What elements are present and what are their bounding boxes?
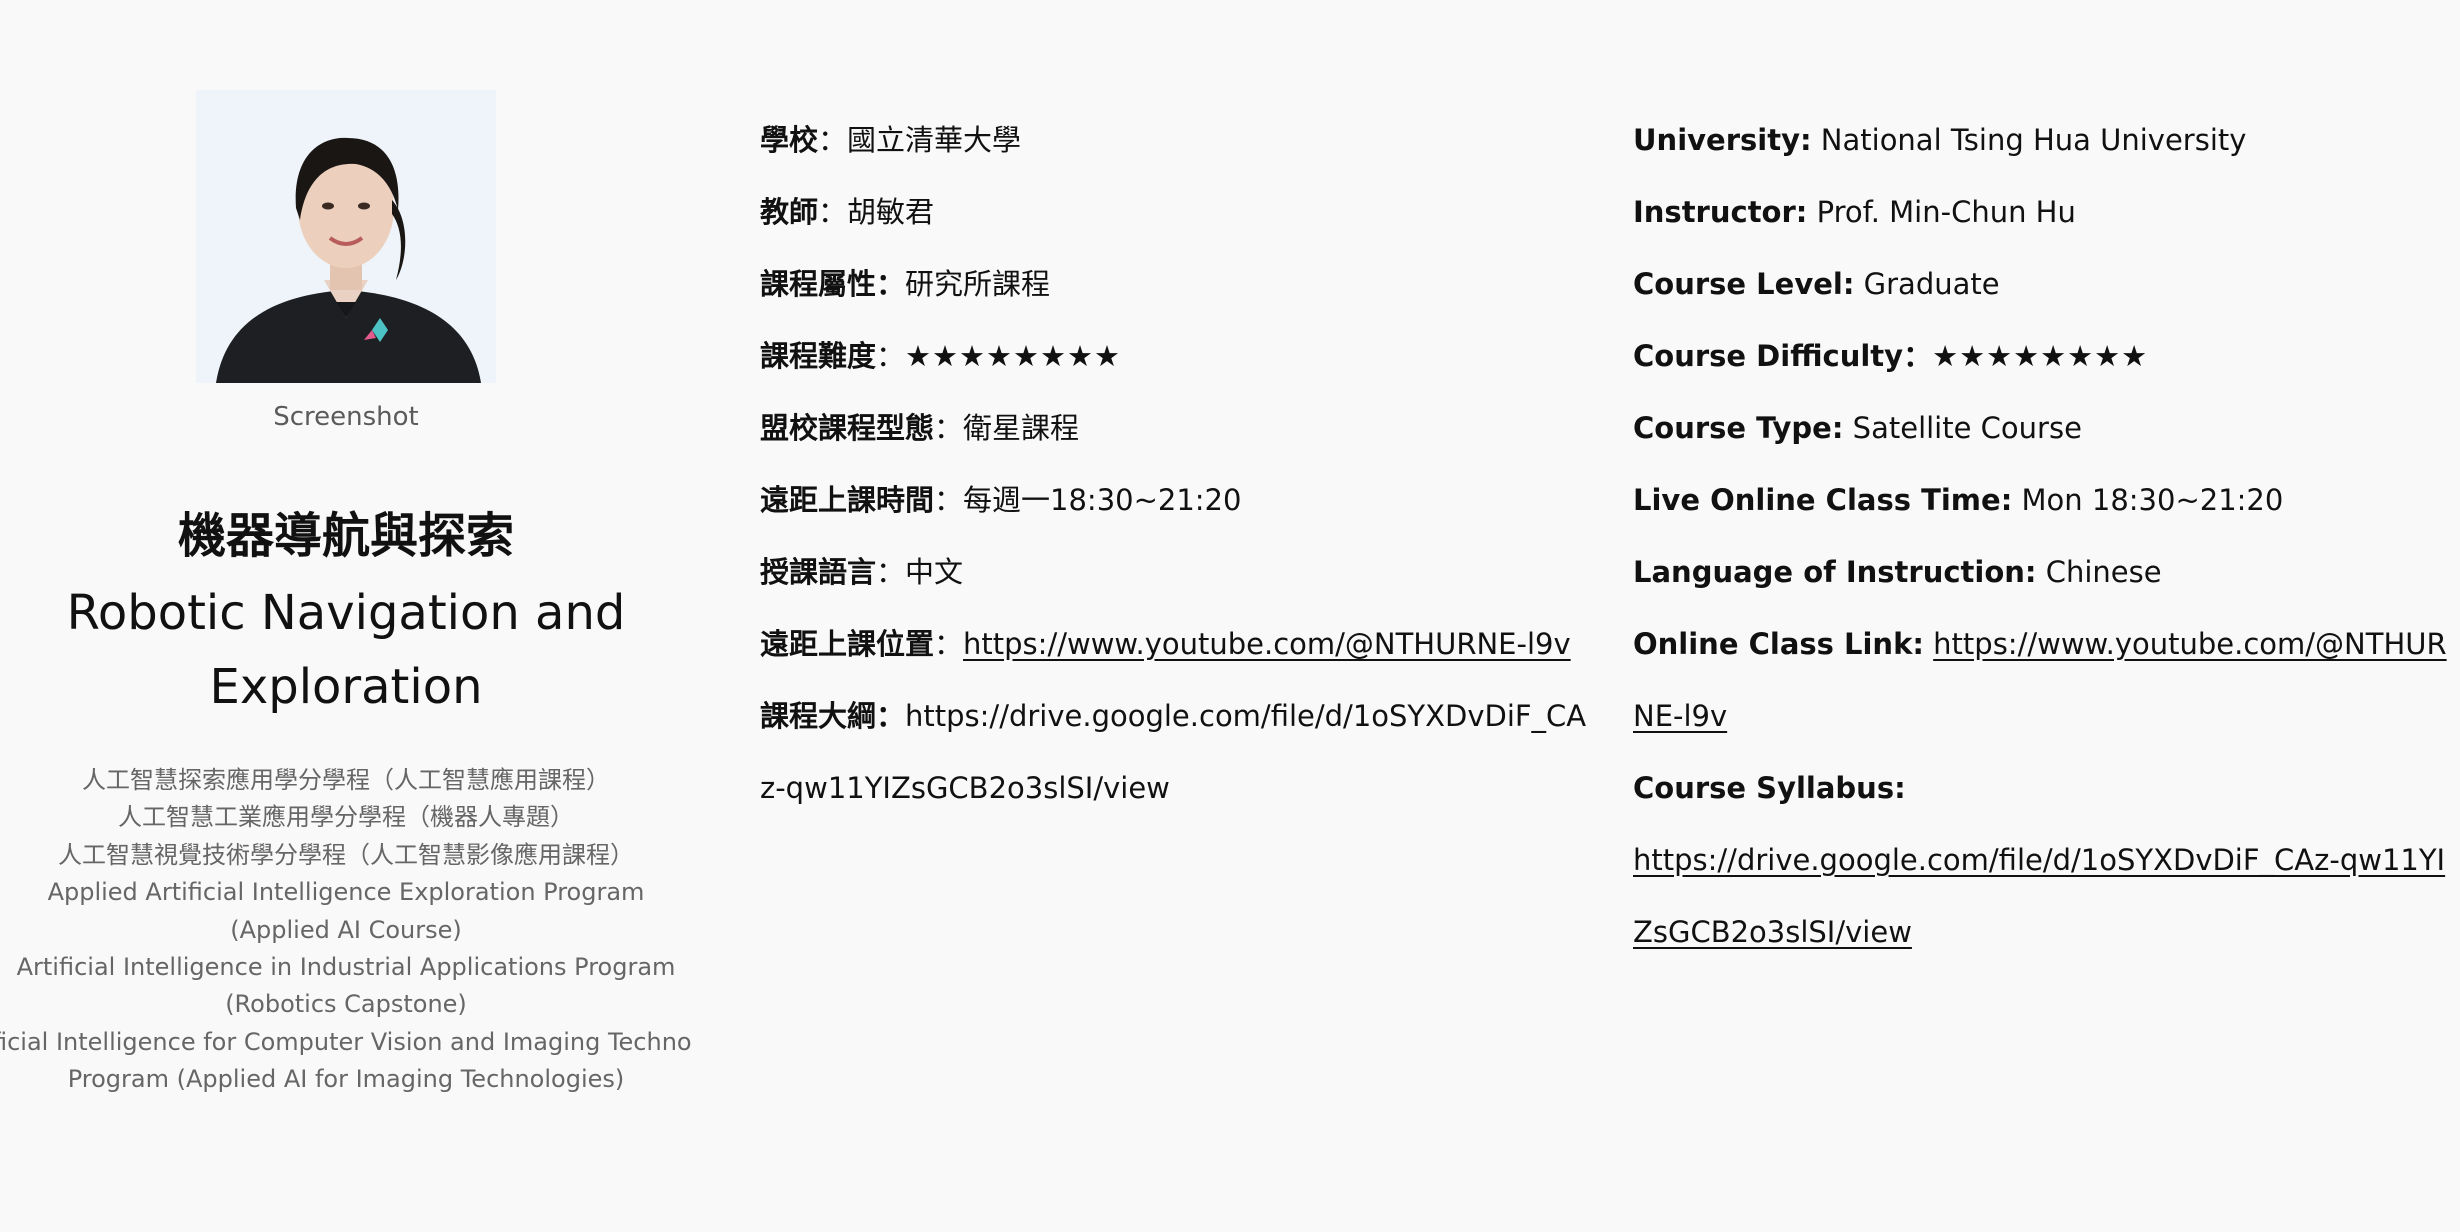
program-line: (Robotics Capstone) bbox=[225, 990, 467, 1019]
difficulty-separator: ： bbox=[876, 339, 906, 373]
attr-label: 課程屬性： bbox=[760, 267, 906, 301]
course-syllabus-label: Course Syllabus: bbox=[1633, 771, 1906, 805]
teacher-value: ：胡敏君 bbox=[818, 195, 935, 229]
program-line: 人工智慧探索應用學分學程（人工智慧應用課程） bbox=[82, 766, 610, 794]
attr-value: 研究所課程 bbox=[905, 267, 1051, 301]
course-profile: Screenshot 機器導航與探索 Robotic Navigation an… bbox=[0, 0, 692, 1232]
program-line: 人工智慧視覺技術學分學程（人工智慧影像應用課程） bbox=[58, 840, 634, 869]
course-info-zh: 學校：國立清華大學 教師：胡敏君 課程屬性：研究所課程 課程難度：★★★★★★★… bbox=[760, 104, 1600, 824]
university-label: University: bbox=[1633, 123, 1812, 157]
online-link-label: Online Class Link: bbox=[1633, 627, 1924, 661]
location-label: 遠距上課位置 bbox=[760, 627, 935, 661]
syllabus-link-row: https://drive.google.com/file/d/1oSYXDvD… bbox=[1633, 824, 2453, 968]
difficulty-row-en: Course Difficulty：★★★★★★★★ bbox=[1633, 320, 2453, 392]
difficulty-stars-icon: ★★★★★★★★ bbox=[905, 339, 1122, 373]
syllabus-link-en[interactable]: https://drive.google.com/file/d/1oSYXDvD… bbox=[1633, 843, 2445, 949]
program-line: Artificial Intelligence for Computer Vis… bbox=[0, 1027, 692, 1056]
program-line: 人工智慧工業應用學分學程（機器人專題） bbox=[118, 803, 574, 832]
program-line: Applied Artificial Intelligence Explorat… bbox=[47, 878, 645, 907]
photo-caption: Screenshot bbox=[273, 402, 419, 432]
syllabus-row: 課程大綱：https://drive.google.com/file/d/1oS… bbox=[760, 680, 1600, 824]
difficulty-label-en: Course Difficulty： bbox=[1633, 339, 1933, 373]
time-label: 遠距上課時間 bbox=[760, 483, 935, 517]
teacher-row: 教師：胡敏君 bbox=[760, 176, 1600, 248]
language-row: 授課語言：中文 bbox=[760, 536, 1600, 608]
syllabus-label: 課程大綱： bbox=[760, 699, 906, 733]
difficulty-row: 課程難度：★★★★★★★★ bbox=[760, 320, 1600, 392]
syllabus-label-row: Course Syllabus: bbox=[1633, 752, 2453, 824]
type-row: 盟校課程型態：衛星課程 bbox=[760, 392, 1600, 464]
instructor-row: Instructor: Prof. Min-Chun Hu bbox=[1633, 176, 2453, 248]
instructor-value: Prof. Min-Chun Hu bbox=[1807, 195, 2076, 229]
school-row: 學校：國立清華大學 bbox=[760, 104, 1600, 176]
teacher-label: 教師 bbox=[760, 195, 819, 229]
difficulty-label: 課程難度 bbox=[760, 339, 877, 373]
school-value: ：國立清華大學 bbox=[818, 123, 1022, 157]
time-value: ：每週一18:30~21:20 bbox=[934, 483, 1242, 517]
type-label: 盟校課程型態 bbox=[760, 411, 935, 445]
program-line: Artificial Intelligence in Industrial Ap… bbox=[16, 953, 676, 982]
location-row: 遠距上課位置：https://www.youtube.com/@NTHURNE-… bbox=[760, 608, 1600, 680]
university-value: National Tsing Hua University bbox=[1811, 123, 2247, 157]
language-value: ：中文 bbox=[876, 555, 964, 589]
instruction-language-row: Language of Instruction: Chinese bbox=[1633, 536, 2453, 608]
type-value: ：衛星課程 bbox=[934, 411, 1080, 445]
course-type-label: Course Type: bbox=[1633, 411, 1844, 445]
class-time-label: Live Online Class Time: bbox=[1633, 483, 2013, 517]
course-title-zh: 機器導航與探索 bbox=[177, 508, 514, 564]
online-link-row: Online Class Link: https://www.youtube.c… bbox=[1633, 608, 2453, 752]
class-time-value: Mon 18:30~21:20 bbox=[2012, 483, 2284, 517]
course-type-value: Satellite Course bbox=[1843, 411, 2082, 445]
class-time-row: Live Online Class Time: Mon 18:30~21:20 bbox=[1633, 464, 2453, 536]
level-value: Graduate bbox=[1854, 267, 2000, 301]
level-row: Course Level: Graduate bbox=[1633, 248, 2453, 320]
instruction-language-value: Chinese bbox=[2036, 555, 2162, 589]
course-info-en: University: National Tsing Hua Universit… bbox=[1633, 104, 2453, 968]
time-row: 遠距上課時間：每週一18:30~21:20 bbox=[760, 464, 1600, 536]
program-line: (Applied AI Course) bbox=[230, 915, 462, 944]
program-list: 人工智慧探索應用學分學程（人工智慧應用課程） 人工智慧工業應用學分學程（機器人專… bbox=[0, 762, 692, 1099]
instructor-portrait-image bbox=[196, 90, 496, 383]
level-label: Course Level: bbox=[1633, 267, 1855, 301]
instructor-label: Instructor: bbox=[1633, 195, 1808, 229]
youtube-link[interactable]: https://www.youtube.com/@NTHURNE-l9v bbox=[963, 627, 1571, 661]
course-type-row: Course Type: Satellite Course bbox=[1633, 392, 2453, 464]
language-label: 授課語言 bbox=[760, 555, 877, 589]
school-label: 學校 bbox=[760, 123, 819, 157]
university-row: University: National Tsing Hua Universit… bbox=[1633, 104, 2453, 176]
program-line: Program (Applied AI for Imaging Technolo… bbox=[67, 1065, 625, 1094]
course-title-en: Robotic Navigation and Exploration bbox=[66, 585, 626, 715]
attr-row: 課程屬性：研究所課程 bbox=[760, 248, 1600, 320]
instructor-photo bbox=[196, 90, 496, 383]
location-separator: ： bbox=[934, 627, 964, 661]
difficulty-stars-icon: ★★★★★★★★ bbox=[1932, 339, 2149, 373]
instruction-language-label: Language of Instruction: bbox=[1633, 555, 2037, 589]
